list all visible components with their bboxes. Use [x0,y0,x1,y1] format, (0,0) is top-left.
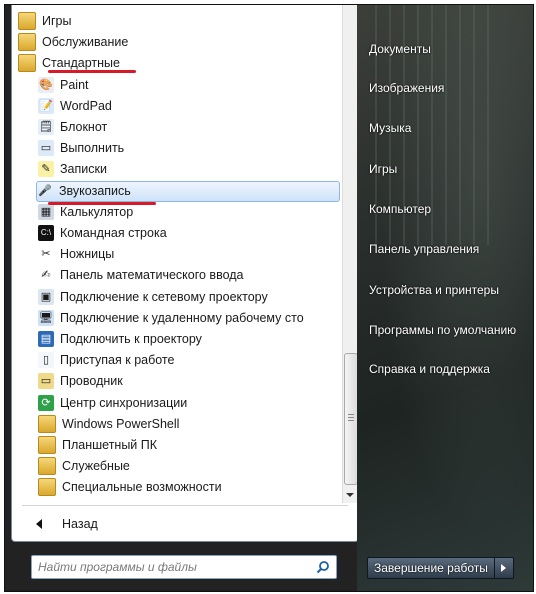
right-menu-item[interactable]: Музыка [369,121,411,135]
right-menu-item[interactable]: Игры [369,162,397,176]
program-item[interactable]: 🗒 Блокнот [38,117,342,137]
program-item[interactable]: 🖥 Подключение к удаленному рабочему сто [38,308,342,328]
program-item[interactable]: Планшетный ПК [38,435,342,455]
remote-desktop-icon: 🖥 [38,309,54,326]
program-item-label: Выполнить [60,141,125,156]
program-item-label: Игры [42,14,72,28]
program-item[interactable]: 🎤 Звукозапись [36,180,340,202]
scroll-down-icon[interactable] [346,493,354,497]
command-prompt-icon: C:\ [38,225,54,241]
search-input[interactable] [32,559,314,575]
folder-icon [38,436,56,454]
sticky-notes-icon: ✎ [38,161,54,178]
search-box[interactable] [31,555,337,579]
program-item-label: Специальные возможности [62,480,222,495]
program-item[interactable]: ▣ Подключение к сетевому проектору [38,287,342,307]
calculator-icon: ▦ [38,203,54,220]
grip-icon [348,414,354,415]
right-menu-item[interactable]: Панель управления [369,242,479,256]
folder-icon [38,414,56,433]
program-item[interactable]: C:\ Командная строка [38,223,342,243]
projector-icon: ▤ [38,331,54,347]
explorer-icon: ▭ [38,373,54,390]
right-menu-item[interactable]: Справка и поддержка [369,362,490,376]
program-item-label: Приступая к работе [60,353,175,368]
search-icon[interactable] [314,558,332,576]
program-item[interactable]: ▤ Подключить к проектору [38,329,342,349]
program-item-label: Paint [60,77,89,92]
wordpad-icon: 📝 [38,97,54,114]
program-item-label: Стандартные [42,56,120,71]
programs-list: Игры Обслуживание Стандартные 🎨 Paint 📝 WordPa… [12,5,342,505]
program-item-label: Подключить к проектору [60,332,202,346]
folder-icon [18,12,36,30]
program-item[interactable]: ▯ Приступая к работе [38,350,342,370]
right-menu-item[interactable]: Изображения [369,81,444,95]
shutdown-options-button[interactable] [494,557,514,579]
right-menu-item[interactable]: Компьютер [369,202,431,216]
folder-icon [18,33,36,52]
highlight-underline-standard [48,70,136,73]
shutdown-group: Завершение работы [367,557,514,579]
program-item[interactable]: ✍ Панель математического ввода [38,265,342,285]
folder-icon [18,54,36,73]
program-item[interactable]: Служебные [38,456,342,476]
folder-icon [38,478,56,497]
start-menu: Игры Обслуживание Стандартные 🎨 Paint 📝 WordPa… [4,4,534,592]
program-item-label: Звукозапись [59,184,131,199]
right-menu-item[interactable]: Устройства и принтеры [369,283,499,297]
program-item-label: Служебные [62,459,130,474]
program-item[interactable]: 🎨 Paint [38,75,342,95]
program-item-label: Планшетный ПК [62,438,158,452]
shutdown-button[interactable]: Завершение работы [367,557,495,579]
program-item[interactable]: ⟳ Центр синхронизации [38,393,342,413]
notepad-icon: 🗒 [38,119,54,135]
program-item-label: Командная строка [60,226,167,240]
right-menu-item[interactable]: Программы по умолчанию [369,323,516,337]
sync-center-icon: ⟳ [38,394,54,411]
program-item-label: Блокнот [60,120,108,134]
program-item[interactable]: Специальные возможности [38,477,342,497]
right-menu-item[interactable]: Документы [369,42,431,56]
program-item-label: Ножницы [60,247,115,262]
program-item-label: Windows PowerShell [62,416,180,431]
back-label: Назад [62,517,98,531]
getting-started-icon: ▯ [38,352,54,369]
program-item-label: WordPad [60,98,112,113]
program-item[interactable]: Игры [18,11,342,31]
programs-scrollbar[interactable] [342,5,358,503]
folder-icon [38,457,56,476]
divider [22,505,348,506]
program-item[interactable]: Windows PowerShell [38,414,342,434]
highlight-underline-recorder [48,202,156,205]
program-item-label: Записки [60,162,107,177]
run-icon: ▭ [38,140,54,157]
program-item[interactable]: ▭ Проводник [38,371,342,391]
right-pane: Документы Изображения Музыка Игры Компьютер П… [357,5,533,591]
program-item-label: Проводник [60,374,123,389]
programs-pane: Игры Обслуживание Стандартные 🎨 Paint 📝 WordPa… [11,5,359,542]
program-item[interactable]: 📝 WordPad [38,96,342,116]
math-input-icon: ✍ [41,269,51,282]
program-item[interactable]: ▭ Выполнить [38,138,342,158]
program-item-label: Панель математического ввода [60,268,244,283]
program-item[interactable]: Обслуживание [18,32,342,52]
scissors-icon: ✂ [41,248,51,261]
program-item-label: Центр синхронизации [60,395,188,410]
scrollbar-thumb[interactable] [344,353,358,485]
program-item[interactable]: ✎ Записки [38,159,342,179]
back-button[interactable]: Назад [36,513,98,535]
back-arrow-icon [36,519,42,529]
program-item-label: Подключение к сетевому проектору [60,289,268,304]
chevron-right-icon [501,564,507,572]
paint-icon: 🎨 [38,76,54,93]
program-item-label: Подключение к удаленному рабочему сто [60,310,304,325]
microphone-icon: 🎤 [38,185,52,198]
network-projector-icon: ▣ [38,288,54,305]
program-item-label: Калькулятор [60,204,134,219]
program-item[interactable]: ✂ Ножницы [38,244,342,264]
program-item-label: Обслуживание [42,35,129,50]
